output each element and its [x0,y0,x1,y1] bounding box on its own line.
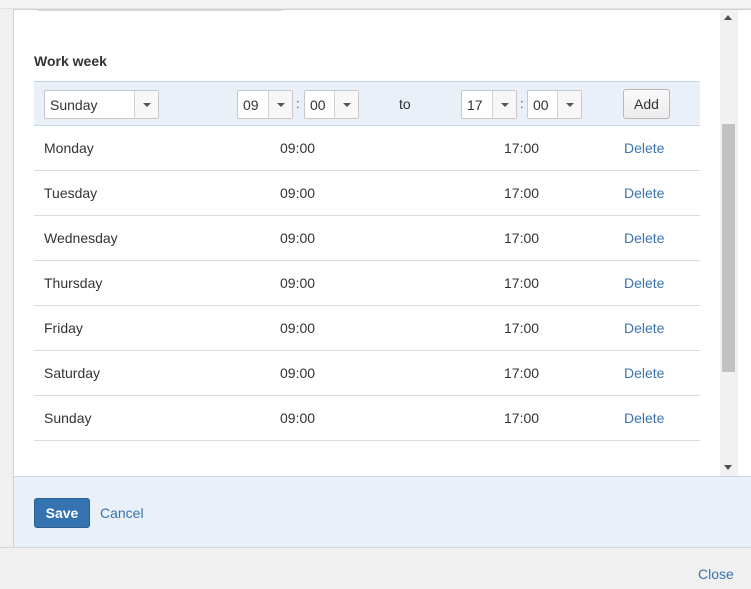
from-minute-value: 00 [310,97,326,113]
row-start-time: 09:00 [280,140,316,156]
chevron-down-icon [557,91,581,118]
to-hour-value: 17 [467,97,483,113]
row-day: Sunday [44,410,92,426]
scrollbar-thumb[interactable] [722,124,735,372]
row-start-time: 09:00 [280,365,316,381]
section-title: Work week [34,53,107,69]
chevron-down-icon [134,91,158,118]
row-day: Monday [44,140,94,156]
row-end-time: 17:00 [504,140,540,156]
bottom-bar: Close [0,547,751,589]
dialog-footer: Save Cancel [14,476,751,547]
table-row: Friday 09:00 17:00 Delete [34,306,700,351]
table-row: Wednesday 09:00 17:00 Delete [34,216,700,261]
from-hour-select[interactable]: 09 [237,90,293,119]
chevron-down-icon [492,91,516,118]
row-end-time: 17:00 [504,320,540,336]
row-start-time: 09:00 [280,320,316,336]
save-button[interactable]: Save [34,498,90,528]
row-end-time: 17:00 [504,185,540,201]
table-row: Monday 09:00 17:00 Delete [34,126,700,171]
table-row: Saturday 09:00 17:00 Delete [34,351,700,396]
row-end-time: 17:00 [504,230,540,246]
to-minute-value: 00 [533,97,549,113]
add-button[interactable]: Add [623,89,670,119]
vertical-scrollbar[interactable] [720,10,738,476]
delete-link[interactable]: Delete [624,230,664,246]
row-start-time: 09:00 [280,275,316,291]
work-week-table: Monday 09:00 17:00 Delete Tuesday 09:00 … [34,126,700,441]
delete-link[interactable]: Delete [624,410,664,426]
close-link[interactable]: Close [698,566,734,582]
row-day: Thursday [44,275,103,291]
table-row: Sunday 09:00 17:00 Delete [34,396,700,441]
delete-link[interactable]: Delete [624,320,664,336]
to-hour-select[interactable]: 17 [461,90,517,119]
delete-link[interactable]: Delete [624,185,664,201]
add-day-row: Sunday 09 : 00 to 17 : 00 Add [34,81,700,126]
row-start-time: 09:00 [280,230,316,246]
delete-link[interactable]: Delete [624,365,664,381]
table-row: Tuesday 09:00 17:00 Delete [34,171,700,216]
day-select[interactable]: Sunday [44,90,159,119]
row-day: Wednesday [44,230,118,246]
day-select-value: Sunday [50,97,98,113]
row-end-time: 17:00 [504,275,540,291]
table-row: Thursday 09:00 17:00 Delete [34,261,700,306]
to-minute-select[interactable]: 00 [527,90,582,119]
row-end-time: 17:00 [504,365,540,381]
scroll-up-icon[interactable] [724,15,732,20]
scroll-down-icon[interactable] [724,465,732,470]
time-separator: : [296,96,300,111]
to-label: to [399,96,411,112]
time-separator: : [520,96,524,111]
row-day: Saturday [44,365,101,381]
from-hour-value: 09 [243,97,259,113]
row-end-time: 17:00 [504,410,540,426]
previous-field-edge [36,10,284,11]
top-edge [0,0,751,9]
work-schedule-dialog: Work week Sunday 09 : 00 to 17 : 00 Add … [13,9,751,547]
row-day: Friday [44,320,83,336]
delete-link[interactable]: Delete [624,275,664,291]
cancel-link[interactable]: Cancel [100,505,144,521]
from-minute-select[interactable]: 00 [304,90,359,119]
delete-link[interactable]: Delete [624,140,664,156]
row-day: Tuesday [44,185,98,201]
row-start-time: 09:00 [280,185,316,201]
row-start-time: 09:00 [280,410,316,426]
chevron-down-icon [268,91,292,118]
chevron-down-icon [334,91,358,118]
